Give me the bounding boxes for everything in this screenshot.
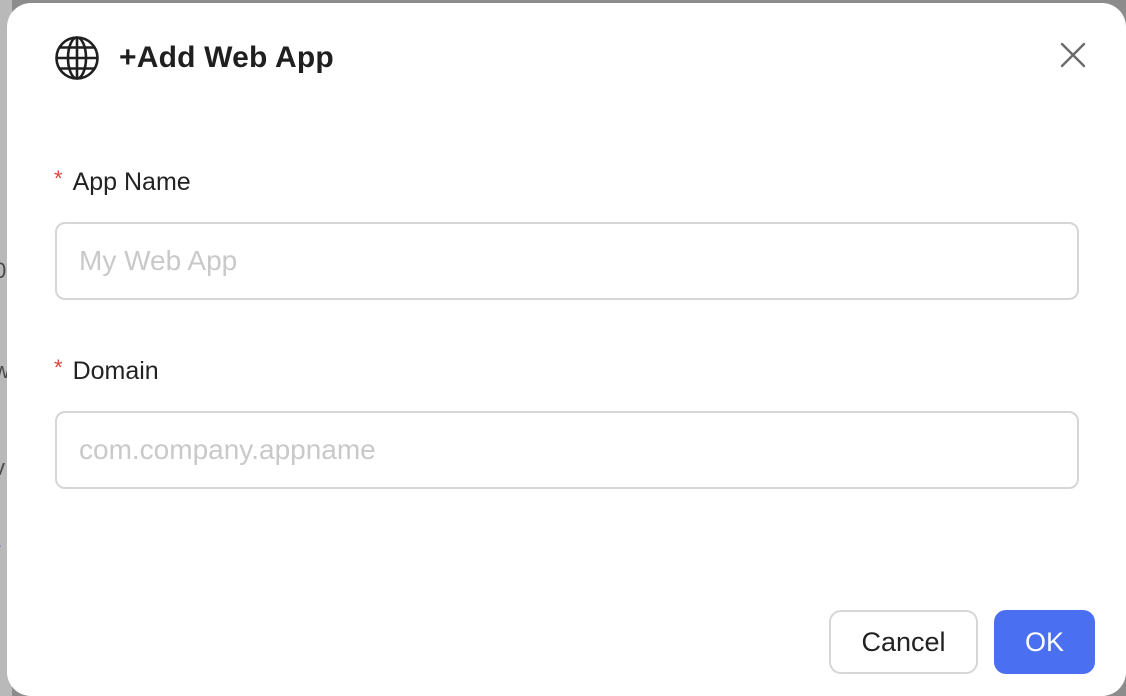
- background-text-fragment: v: [0, 455, 5, 481]
- cancel-button[interactable]: Cancel: [829, 610, 978, 674]
- app-name-label-text: App Name: [72, 168, 191, 196]
- globe-icon: [54, 35, 100, 81]
- close-button[interactable]: [1057, 39, 1089, 71]
- required-mark: *: [54, 355, 63, 380]
- domain-label: * Domain: [54, 355, 159, 386]
- app-name-field: [55, 222, 1079, 300]
- dialog-header: +Add Web App: [54, 35, 334, 81]
- dialog-title: +Add Web App: [119, 41, 334, 74]
- add-web-app-dialog: +Add Web App * App Name * Domain Cancel …: [7, 3, 1126, 696]
- ok-button[interactable]: OK: [994, 610, 1095, 674]
- close-icon: [1057, 42, 1089, 75]
- app-name-input[interactable]: [57, 224, 1077, 298]
- background-text-fragment: -: [0, 532, 1, 558]
- app-name-label: * App Name: [54, 166, 191, 197]
- background-text-fragment: 0: [0, 258, 7, 283]
- domain-input[interactable]: [57, 413, 1077, 487]
- domain-label-text: Domain: [72, 357, 159, 385]
- domain-field: [55, 411, 1079, 489]
- required-mark: *: [54, 166, 63, 191]
